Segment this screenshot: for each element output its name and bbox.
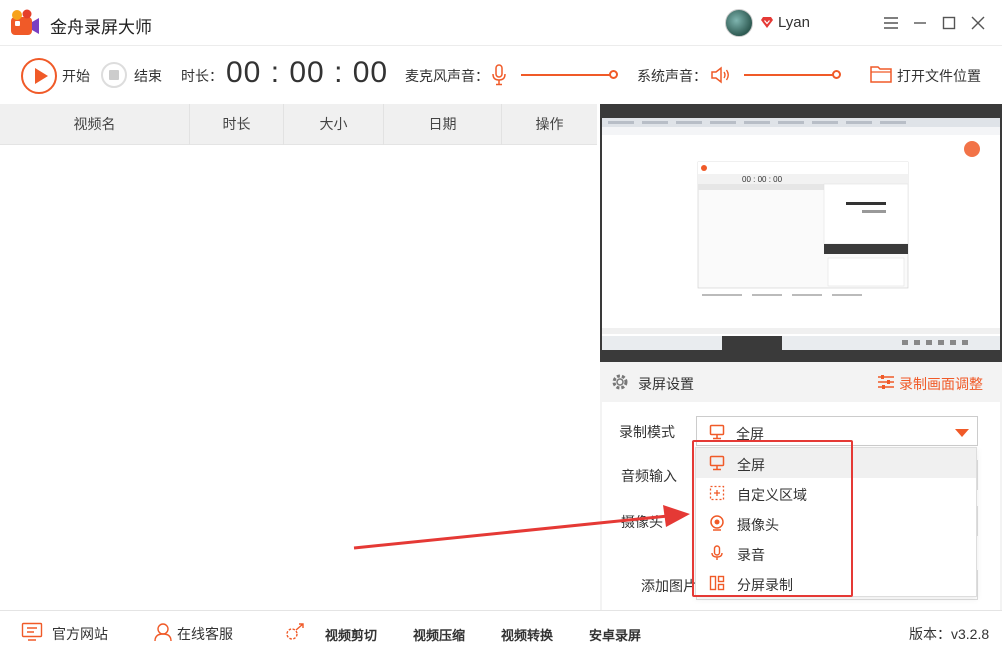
- add-image-label: 添加图片: [641, 578, 697, 594]
- speaker-icon[interactable]: [710, 64, 732, 86]
- stop-label[interactable]: 结束: [134, 66, 162, 86]
- column-header-duration: 时长: [190, 104, 284, 145]
- gear-icon: [612, 374, 628, 390]
- video-file-table: 视频名 时长 大小 日期 操作: [0, 104, 597, 610]
- column-header-date: 日期: [384, 104, 502, 145]
- start-label[interactable]: 开始: [62, 66, 90, 86]
- start-record-button[interactable]: [21, 58, 57, 94]
- microphone-icon[interactable]: [491, 64, 507, 86]
- camera-icon: [710, 515, 724, 531]
- mic-volume-slider[interactable]: [521, 74, 613, 76]
- system-volume-slider[interactable]: [744, 74, 836, 76]
- open-folder-button[interactable]: 打开文件位置: [897, 66, 981, 86]
- adjust-sliders-icon[interactable]: [878, 374, 894, 390]
- record-mode-dropdown: 全屏 自定义区域 摄像头 录音 分屏录制: [695, 447, 977, 597]
- dropdown-item-fullscreen[interactable]: 全屏: [696, 448, 976, 478]
- website-monitor-icon[interactable]: [21, 622, 43, 642]
- record-mode-select[interactable]: 全屏: [696, 416, 978, 446]
- record-toolbar: 开始 结束 时长： 00 : 00 : 00 麦克风声音： 系统声音： 打开文件…: [0, 46, 1002, 104]
- stop-record-button[interactable]: [101, 62, 127, 88]
- dropdown-item-label: 全屏: [737, 457, 765, 473]
- record-mode-value: 全屏: [736, 426, 764, 442]
- dropdown-item-label: 自定义区域: [737, 487, 807, 503]
- mic-volume-handle[interactable]: [609, 70, 618, 79]
- app-title: 金舟录屏大师: [50, 18, 152, 37]
- dropdown-item-audio[interactable]: 录音: [696, 538, 976, 568]
- custom-area-icon: [709, 485, 725, 501]
- monitor-icon: [709, 455, 725, 471]
- version-label: 版本：v3.2.8: [909, 626, 990, 642]
- app-logo-icon: [11, 9, 39, 35]
- dropdown-item-label: 录音: [737, 547, 765, 563]
- stop-icon: [109, 70, 119, 80]
- mic-icon: [711, 545, 723, 560]
- column-header-size: 大小: [284, 104, 384, 145]
- adjust-recording-button[interactable]: 录制画面调整: [899, 374, 983, 394]
- footer-bar: 官方网站 在线客服 视频剪切 视频压缩 视频转换 安卓录屏 版本：v3.2.8: [0, 610, 1002, 652]
- dropdown-item-label: 分屏录制: [737, 577, 793, 593]
- screen-preview: 00 : 00 : 00: [600, 104, 1002, 362]
- settings-header: 录屏设置 录制画面调整: [600, 362, 1002, 402]
- monitor-icon: [709, 424, 725, 440]
- video-cut-link[interactable]: 视频剪切: [325, 625, 377, 644]
- minimize-icon[interactable]: [909, 12, 931, 34]
- dropdown-item-custom-area[interactable]: 自定义区域: [696, 478, 976, 508]
- mic-volume-label: 麦克风声音：: [405, 68, 489, 84]
- dropdown-item-camera[interactable]: 摄像头: [696, 508, 976, 538]
- android-record-link[interactable]: 安卓录屏: [589, 625, 641, 644]
- maximize-icon[interactable]: [938, 12, 960, 34]
- customer-service-icon[interactable]: [152, 622, 174, 642]
- table-header: 视频名 时长 大小 日期 操作: [0, 104, 597, 145]
- duration-label: 时长：: [181, 68, 223, 84]
- user-name[interactable]: Lyan: [778, 14, 810, 31]
- preview-thumbnail: 00 : 00 : 00: [602, 118, 1000, 350]
- avatar[interactable]: [725, 9, 753, 37]
- settings-title: 录屏设置: [638, 376, 694, 392]
- system-volume-handle[interactable]: [832, 70, 841, 79]
- column-header-actions: 操作: [535, 116, 564, 132]
- menu-icon[interactable]: [880, 12, 902, 34]
- title-bar: 金舟录屏大师 Lyan: [0, 0, 1002, 46]
- official-website-link[interactable]: 官方网站: [52, 624, 108, 644]
- svg-text:00 : 00 : 00: 00 : 00 : 00: [742, 175, 783, 184]
- folder-icon[interactable]: [870, 64, 892, 84]
- record-mode-label: 录制模式: [619, 424, 675, 440]
- column-header-name: 视频名: [0, 104, 190, 145]
- camera-label: 摄像头: [621, 514, 663, 530]
- dropdown-item-label: 摄像头: [737, 517, 779, 533]
- split-screen-icon: [709, 575, 725, 591]
- video-convert-link[interactable]: 视频转换: [501, 625, 553, 644]
- audio-input-label: 音频输入: [621, 468, 677, 484]
- online-support-link[interactable]: 在线客服: [177, 624, 233, 644]
- dropdown-item-split-screen[interactable]: 分屏录制: [696, 568, 976, 598]
- vip-diamond-icon: [761, 17, 773, 28]
- chevron-down-icon[interactable]: [955, 429, 969, 437]
- duration-value: 00 : 00 : 00: [226, 56, 389, 89]
- close-icon[interactable]: [967, 12, 989, 34]
- video-compress-link[interactable]: 视频压缩: [413, 625, 465, 644]
- system-volume-label: 系统声音：: [637, 68, 707, 84]
- play-icon: [34, 68, 48, 84]
- tools-icon: [286, 623, 304, 640]
